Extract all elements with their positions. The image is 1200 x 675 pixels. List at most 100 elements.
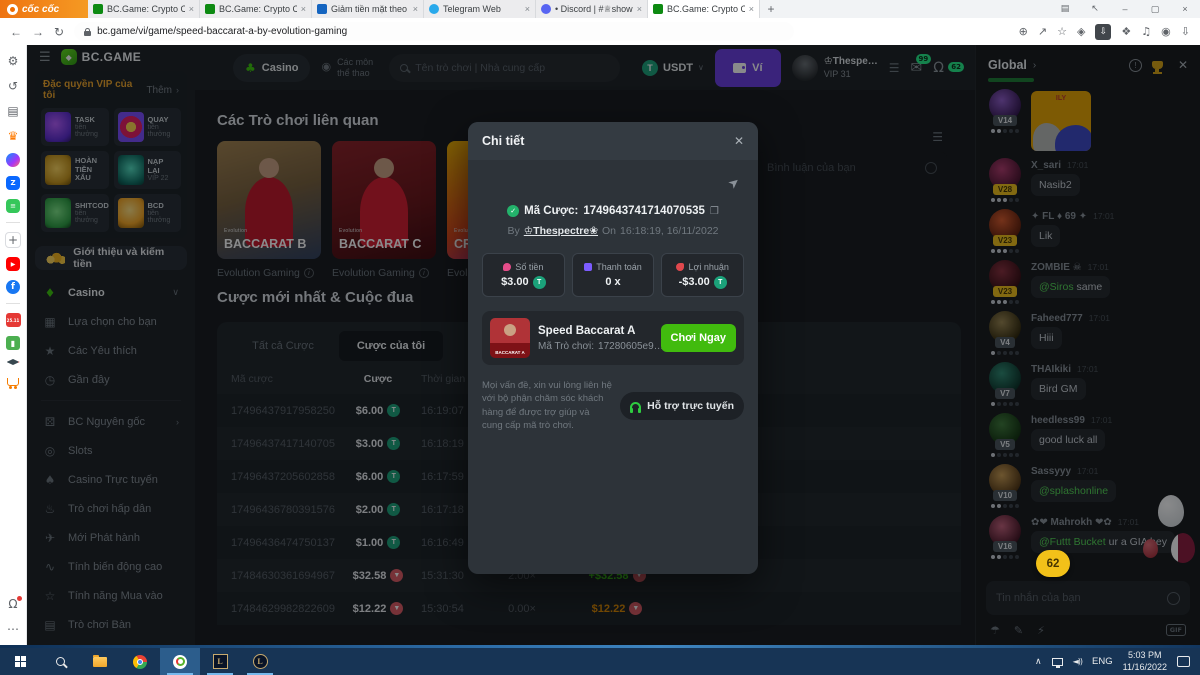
settings-icon[interactable]: ⚙: [5, 53, 21, 69]
taskbar-league-of-legends[interactable]: L: [200, 648, 240, 675]
taskbar-chrome[interactable]: [120, 648, 160, 675]
navigation-bar: ← → ↻ bc.game/vi/game/speed-baccarat-a-b…: [0, 18, 1200, 45]
tab-title: • Discord | #♕show-off-you: [555, 4, 633, 15]
input-language[interactable]: ENG: [1092, 656, 1113, 667]
stat-amount: Số tiền$3.00T: [482, 253, 565, 297]
taskbar-league-of-legends-2[interactable]: L: [240, 648, 280, 675]
forward-button[interactable]: →: [32, 25, 44, 39]
tab-title: Giảm tiền mặt theo tiền hóa: [331, 4, 409, 14]
payout-icon: [584, 263, 592, 271]
more-icon[interactable]: ⋯: [5, 621, 21, 637]
live-support-button[interactable]: Hỗ trợ trực tuyến: [620, 392, 744, 420]
volume-icon[interactable]: ◄)): [1073, 657, 1082, 666]
network-icon[interactable]: [1052, 658, 1063, 666]
verified-check-icon: ✓: [507, 205, 519, 217]
modal-header: Chi tiết ✕: [468, 122, 758, 160]
share-row: ➤: [482, 164, 744, 205]
maximize-button[interactable]: ▢: [1140, 0, 1170, 18]
youtube-icon[interactable]: ▶: [6, 257, 20, 271]
screen: cốc cốc BC.Game: Crypto Casino Gam×BC.Ga…: [0, 0, 1200, 675]
profit-icon: [676, 263, 684, 271]
hidden-icons-chevron[interactable]: ∧: [1035, 656, 1042, 667]
bettor-row: By ♔Thespectre❀ On 16:18:19, 16/11/2022: [482, 225, 744, 237]
send-to-device-icon[interactable]: ↖: [1080, 0, 1110, 18]
reading-list-icon[interactable]: ▤: [5, 103, 21, 119]
on-label: On: [602, 225, 616, 237]
messenger-icon[interactable]: [6, 153, 20, 167]
coccoc-brand[interactable]: cốc cốc: [0, 0, 88, 18]
side-panel-icon[interactable]: ▤: [1050, 0, 1080, 18]
url-text[interactable]: bc.game/vi/game/speed-baccarat-a-by-evol…: [97, 26, 347, 37]
tab-close-icon[interactable]: ×: [749, 4, 754, 14]
browser-tab[interactable]: BC.Game: Crypto Casino Gam×: [648, 0, 760, 18]
windows-start-icon: [15, 656, 26, 667]
support-note: Mọi vấn đề, xin vui lòng liên hệ với bộ …: [482, 379, 612, 432]
bet-id-row: ✓ Mã Cược: 1749643741714070535 ❐: [482, 205, 744, 217]
extensions-icon[interactable]: ❖: [1121, 25, 1131, 38]
clock-time: 5:03 PM: [1123, 650, 1167, 662]
facebook-icon[interactable]: f: [6, 280, 20, 294]
game-id-value: 17280605e9…: [598, 341, 664, 352]
taskbar-start[interactable]: [0, 648, 40, 675]
bettor-name[interactable]: ♔Thespectre❀: [524, 225, 598, 237]
browser-tab[interactable]: BC.Game: Crypto Casino Gam ×: [88, 0, 200, 18]
hot-icon[interactable]: ♛: [5, 128, 21, 144]
bcgame-favicon: [205, 4, 215, 14]
game-thumbnail[interactable]: BACCARAT A: [490, 318, 530, 358]
taskbar-coccoc[interactable]: [160, 648, 200, 675]
taskbar-search[interactable]: [40, 648, 80, 675]
tab-close-icon[interactable]: ×: [413, 4, 418, 14]
stat-value: $3.00: [501, 276, 529, 288]
downloads-tray-icon[interactable]: ⇩: [1181, 25, 1190, 38]
tab-close-icon[interactable]: ×: [637, 4, 642, 14]
games-icon[interactable]: ≡: [6, 199, 20, 213]
save-page-icon[interactable]: ⊕: [1019, 25, 1028, 38]
browser-tab[interactable]: BC.Game: Crypto Casino Gam×: [200, 0, 312, 18]
reaction-count-bubble[interactable]: 62: [1036, 550, 1070, 577]
tab-close-icon[interactable]: ×: [189, 4, 194, 14]
study-icon[interactable]: [7, 359, 20, 365]
bet-id-value: 1749643741714070535: [583, 205, 705, 217]
sale-25-11-icon[interactable]: 25.11: [6, 313, 21, 327]
share-icon[interactable]: ↗: [1038, 25, 1047, 38]
browser-tab[interactable]: Telegram Web×: [424, 0, 536, 18]
tab-close-icon[interactable]: ×: [525, 4, 530, 14]
support-button-label: Hỗ trợ trực tuyến: [647, 400, 734, 412]
copy-icon[interactable]: ❐: [710, 206, 719, 217]
history-icon[interactable]: ↺: [5, 78, 21, 94]
modal-close-icon[interactable]: ✕: [734, 134, 744, 148]
modal-title: Chi tiết: [482, 134, 734, 148]
shopee-icon[interactable]: ▮: [6, 336, 20, 350]
back-button[interactable]: ←: [10, 25, 22, 39]
play-now-button[interactable]: Chơi Ngay: [661, 324, 737, 352]
bookmark-star-icon[interactable]: ☆: [1057, 25, 1067, 38]
tab-title: BC.Game: Crypto Casino Gam: [107, 4, 185, 14]
address-bar[interactable]: bc.game/vi/game/speed-baccarat-a-by-evol…: [74, 22, 794, 41]
action-center-icon[interactable]: [1177, 656, 1190, 667]
download-active-icon[interactable]: ⇩: [1095, 24, 1111, 40]
close-button[interactable]: ×: [1170, 0, 1200, 18]
tabs: BC.Game: Crypto Casino Gam×BC.Game: Cryp…: [88, 0, 760, 18]
profile-avatar-icon[interactable]: ◉: [1161, 25, 1171, 38]
stat-profit: Lợi nhuận-$3.00T: [661, 253, 744, 297]
browser-tab[interactable]: • Discord | #♕show-off-you ×: [536, 0, 648, 18]
media-icon[interactable]: ♫: [1141, 25, 1151, 38]
minimize-button[interactable]: –: [1110, 0, 1140, 18]
game-card: BACCARAT A Speed Baccarat A Mã Trò chơi:…: [482, 311, 744, 365]
discord-favicon: [541, 4, 551, 14]
clock[interactable]: 5:03 PM 11/16/2022: [1123, 650, 1167, 673]
new-tab-button[interactable]: +: [760, 0, 782, 18]
add-icon[interactable]: +: [5, 232, 21, 248]
taskbar-file-explorer[interactable]: [80, 648, 120, 675]
share-arrow-icon[interactable]: ➤: [726, 174, 744, 193]
zalo-icon[interactable]: Z: [6, 176, 20, 190]
by-label: By: [508, 225, 520, 237]
reload-button[interactable]: ↻: [54, 25, 64, 39]
notifications-icon[interactable]: Ω: [5, 596, 21, 612]
system-tray: ∧ ◄)) ENG 5:03 PM 11/16/2022: [1035, 650, 1200, 673]
cart-icon[interactable]: [7, 378, 19, 386]
window-controls: ▤ ↖ – ▢ ×: [1050, 0, 1200, 18]
tab-close-icon[interactable]: ×: [301, 4, 306, 14]
adblock-shield-icon[interactable]: ◈: [1077, 25, 1085, 38]
browser-tab[interactable]: Giảm tiền mặt theo tiền hóa ×: [312, 0, 424, 18]
